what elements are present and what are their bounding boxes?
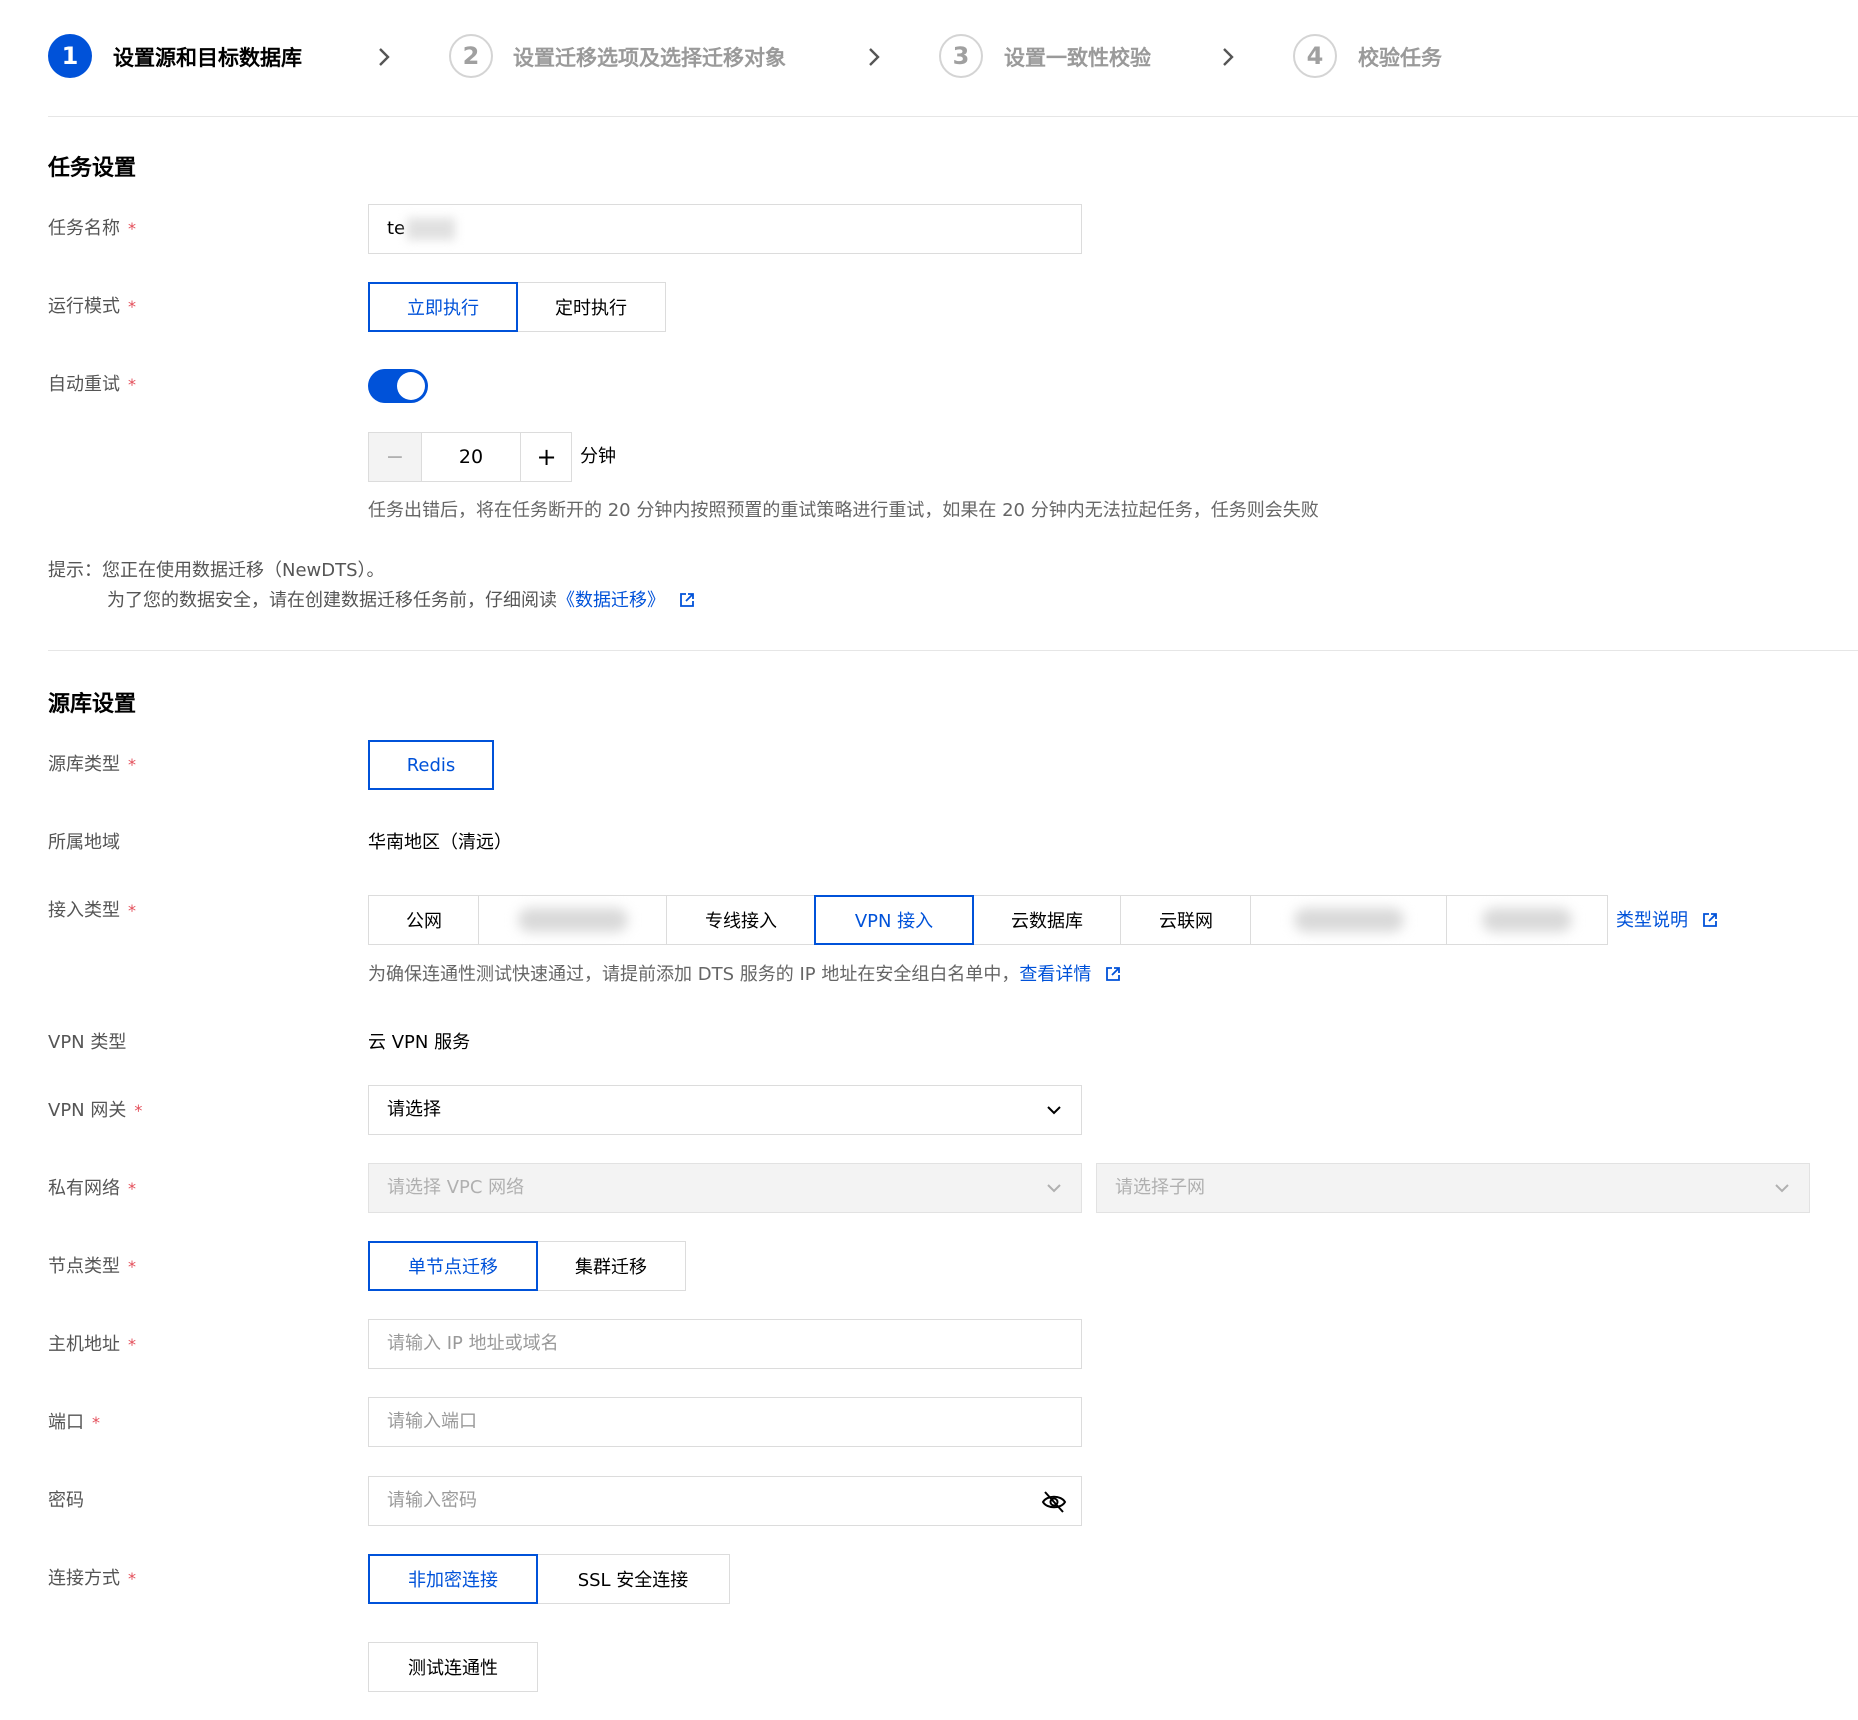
host-label: 主机地址 * [48,1334,136,1355]
access-type-label: 接入类型 * [48,900,136,921]
access-option-blurred[interactable] [1250,895,1448,945]
access-option-ccn[interactable]: 云联网 [1120,895,1252,945]
run-mode-immediate-option[interactable]: 立即执行 [368,282,518,332]
run-mode-scheduled-option[interactable]: 定时执行 [516,282,666,332]
step-2-label: 设置迁移选项及选择迁移对象 [513,46,786,70]
source-type-label: 源库类型 * [48,754,136,775]
host-input[interactable]: 请输入 IP 地址或域名 [368,1319,1082,1369]
external-link-icon[interactable] [679,592,695,608]
node-type-label: 节点类型 * [48,1256,136,1277]
step-3-label: 设置一致性校验 [1004,46,1151,70]
password-label: 密码 [48,1490,84,1511]
toggle-knob [397,372,425,400]
node-type-single-option[interactable]: 单节点迁移 [368,1241,538,1291]
data-migration-doc-link[interactable]: 《数据迁移》 [557,590,665,611]
auto-retry-label: 自动重试 * [48,374,136,395]
port-input[interactable]: 请输入端口 [368,1397,1082,1447]
chevron-down-icon [1047,1184,1061,1193]
access-option-blurred[interactable] [478,895,668,945]
chevron-down-icon [1047,1106,1061,1115]
step-1-label: 设置源和目标数据库 [113,46,302,70]
run-mode-label: 运行模式 * [48,296,136,317]
vpn-gateway-label: VPN 网关 * [48,1100,143,1121]
subnet-select[interactable]: 请选择子网 [1096,1163,1810,1213]
view-details-link[interactable]: 查看详情 [1019,964,1091,985]
region-label: 所属地域 [48,832,120,853]
chevron-down-icon [1775,1184,1789,1193]
tip-line-2: 为了您的数据安全，请在创建数据迁移任务前，仔细阅读《数据迁移》 [107,588,695,614]
access-option-cloud-db[interactable]: 云数据库 [972,895,1122,945]
task-section-title: 任务设置 [48,156,137,181]
divider [48,650,1858,651]
node-type-cluster-option[interactable]: 集群迁移 [536,1241,686,1291]
task-name-label: 任务名称 * [48,218,136,239]
eye-off-icon[interactable] [1041,1489,1067,1515]
step-4-label: 校验任务 [1358,46,1442,70]
retry-unit: 分钟 [580,446,616,467]
test-connectivity-button[interactable]: 测试连通性 [368,1642,538,1692]
retry-minutes-stepper[interactable]: − 20 + [368,432,572,482]
step-4-number: 4 [1293,34,1337,78]
source-section-title: 源库设置 [48,692,137,717]
decrement-button[interactable]: − [369,433,422,481]
chevron-right-icon [1223,48,1234,66]
retry-minutes-value[interactable]: 20 [422,433,520,481]
region-value: 华南地区（清远） [368,832,512,853]
port-label: 端口 * [48,1412,100,1433]
source-type-redis[interactable]: Redis [368,740,494,790]
vpc-label: 私有网络 * [48,1178,136,1199]
chevron-right-icon [869,48,880,66]
vpc-select[interactable]: 请选择 VPC 网络 [368,1163,1082,1213]
divider [48,116,1858,117]
external-link-icon[interactable] [1105,966,1121,982]
vpn-type-label: VPN 类型 [48,1032,127,1053]
access-option-direct-connect[interactable]: 专线接入 [666,895,816,945]
access-type-help-link[interactable]: 类型说明 [1616,909,1718,933]
tip-line-1: 提示：您正在使用数据迁移（NewDTS）。 [48,560,385,581]
retry-hint: 任务出错后，将在任务断开的 20 分钟内按照预置的重试策略进行重试，如果在 20… [368,500,1319,521]
password-input[interactable]: 请输入密码 [368,1476,1082,1526]
auto-retry-toggle[interactable] [368,369,428,403]
vpn-type-value: 云 VPN 服务 [368,1032,471,1053]
access-hint: 为确保连通性测试快速通过，请提前添加 DTS 服务的 IP 地址在安全组白名单中… [368,962,1121,988]
access-option-public[interactable]: 公网 [368,895,480,945]
step-1-number: 1 [48,34,92,78]
step-3-number: 3 [939,34,983,78]
task-name-input[interactable]: te [368,204,1082,254]
access-option-blurred[interactable] [1446,895,1608,945]
external-link-icon[interactable] [1702,912,1718,928]
connection-label: 连接方式 * [48,1568,136,1589]
connection-unencrypted-option[interactable]: 非加密连接 [368,1554,538,1604]
access-option-vpn[interactable]: VPN 接入 [814,895,974,945]
vpn-gateway-select[interactable]: 请选择 [368,1085,1082,1135]
increment-button[interactable]: + [520,433,572,481]
step-2-number: 2 [449,34,493,78]
connection-ssl-option[interactable]: SSL 安全连接 [536,1554,730,1604]
chevron-right-icon [379,48,390,66]
